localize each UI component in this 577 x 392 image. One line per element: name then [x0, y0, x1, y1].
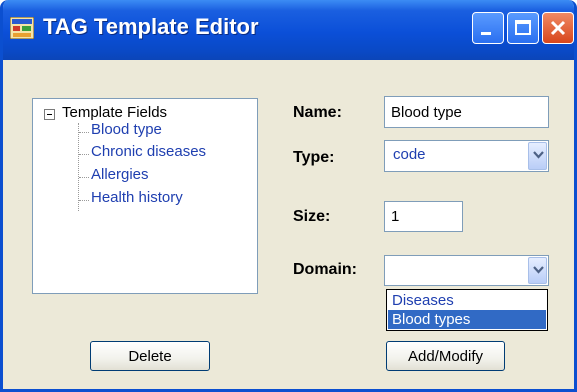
tree-connector	[79, 177, 89, 178]
type-select[interactable]: code	[384, 140, 549, 172]
domain-option-blood-types[interactable]: Blood types	[388, 310, 546, 329]
tree-connector	[79, 132, 89, 133]
tree-connector	[78, 123, 79, 211]
template-fields-tree[interactable]: Template Fields Blood type Chronic disea…	[32, 98, 258, 294]
domain-dropdown-button[interactable]	[528, 257, 547, 284]
name-field[interactable]	[384, 96, 549, 128]
close-button[interactable]	[542, 12, 574, 44]
tree-root-label[interactable]: Template Fields	[62, 104, 167, 121]
tree-item-chronic-diseases[interactable]: Chronic diseases	[91, 143, 206, 160]
type-dropdown-button[interactable]	[528, 142, 547, 170]
chevron-down-icon	[533, 151, 544, 159]
size-label: Size:	[293, 208, 331, 225]
collapse-icon[interactable]	[44, 109, 55, 120]
tree-item-blood-type[interactable]: Blood type	[91, 121, 162, 138]
minimize-icon	[481, 32, 491, 35]
domain-dropdown-list[interactable]: Diseases Blood types	[386, 289, 548, 331]
domain-label: Domain:	[293, 261, 357, 278]
size-field[interactable]	[384, 201, 463, 232]
tree-item-allergies[interactable]: Allergies	[91, 166, 149, 183]
tree-item-health-history[interactable]: Health history	[91, 189, 183, 206]
name-label: Name:	[293, 104, 342, 121]
delete-button[interactable]: Delete	[90, 341, 210, 371]
tree-connector	[79, 200, 89, 201]
title-bar[interactable]: TAG Template Editor	[3, 0, 574, 60]
type-select-value: code	[393, 146, 426, 163]
tree-connector	[79, 154, 89, 155]
add-modify-button[interactable]: Add/Modify	[386, 341, 505, 371]
minimize-button[interactable]	[472, 12, 504, 44]
type-label: Type:	[293, 149, 335, 166]
app-icon	[9, 16, 35, 40]
chevron-down-icon	[533, 266, 544, 274]
maximize-icon	[515, 20, 531, 35]
domain-option-diseases[interactable]: Diseases	[388, 291, 546, 310]
window-title: TAG Template Editor	[43, 14, 259, 39]
close-icon	[550, 20, 566, 36]
domain-select[interactable]	[384, 255, 549, 286]
app-window: TAG Template Editor Template Fields Bloo…	[0, 0, 577, 392]
maximize-button[interactable]	[507, 12, 539, 44]
client-area: Template Fields Blood type Chronic disea…	[3, 60, 574, 389]
